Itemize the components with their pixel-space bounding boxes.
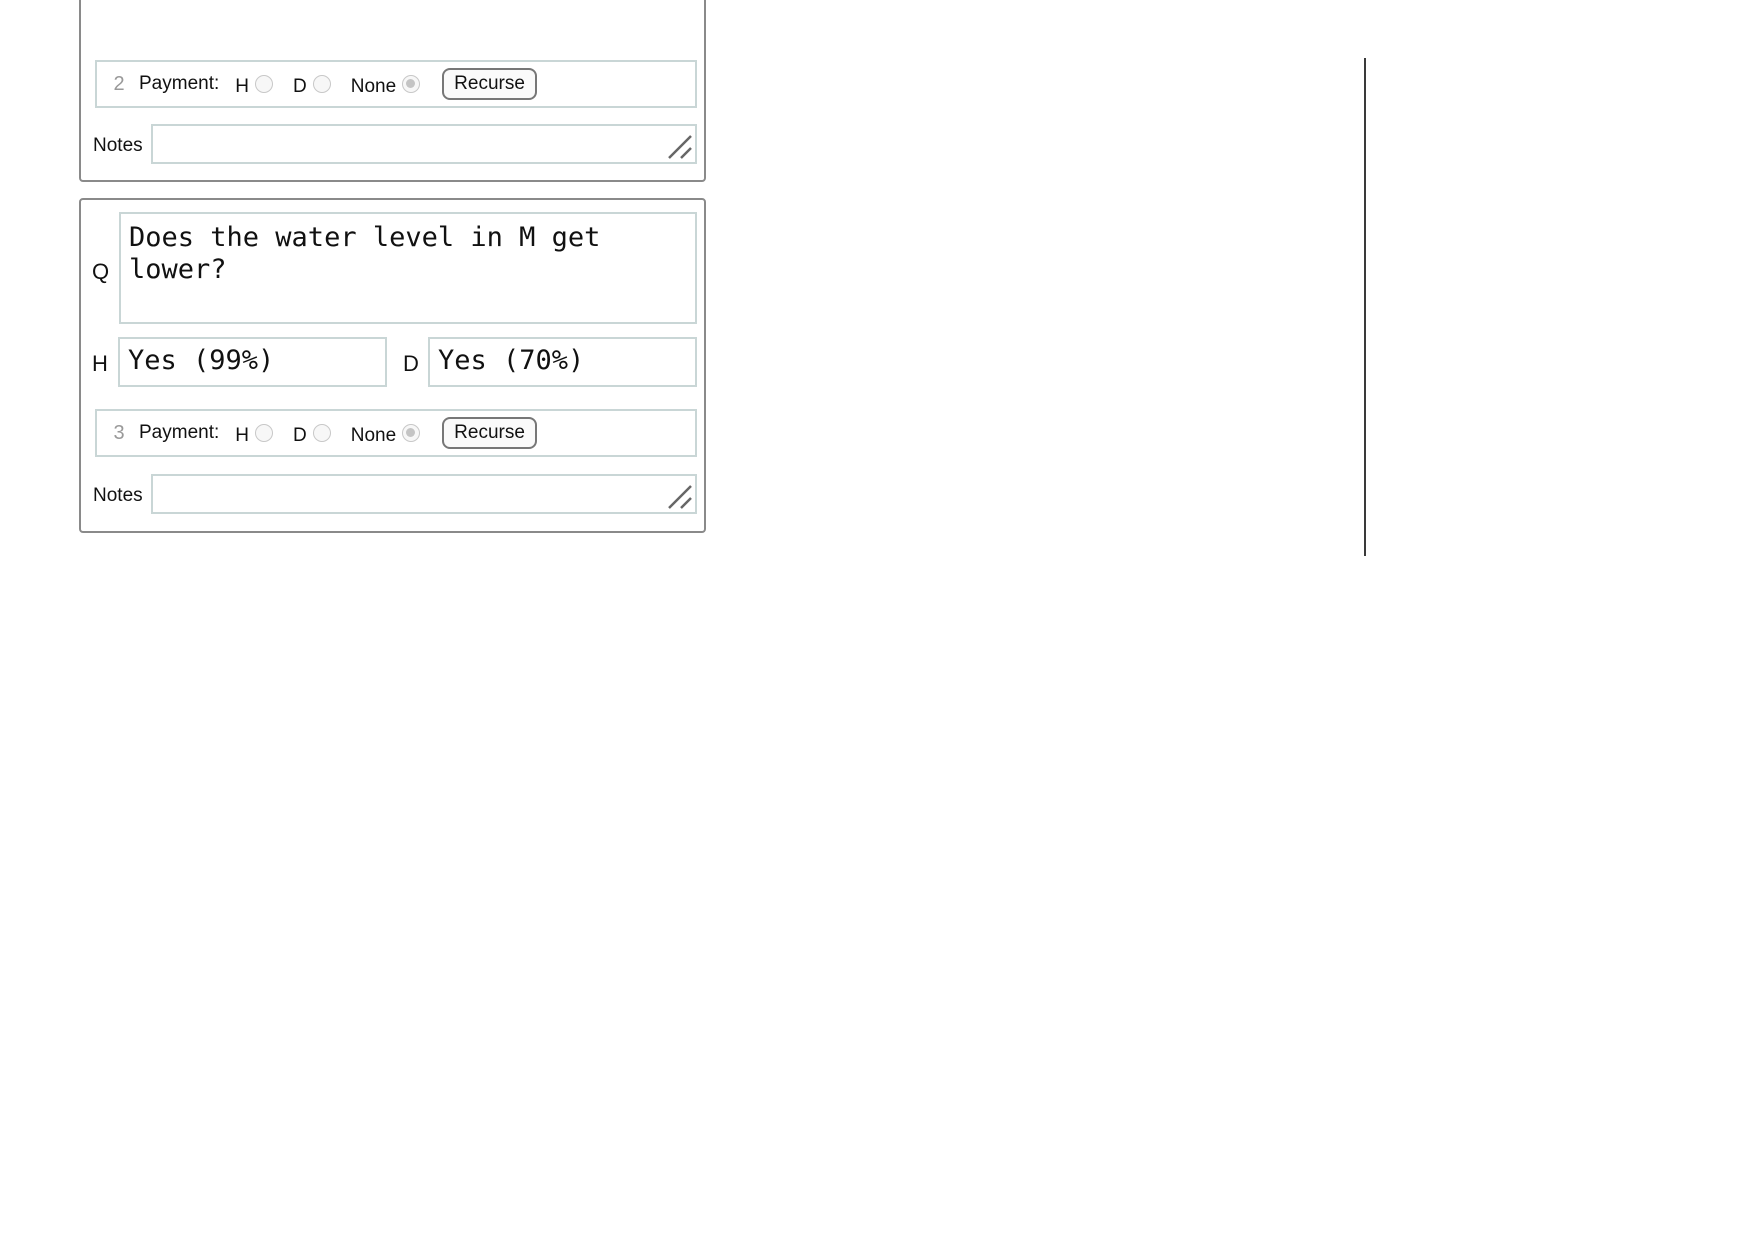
payment-label: Payment: (139, 73, 220, 94)
payment-radio-d[interactable] (312, 424, 331, 442)
h-answer-label: H (92, 351, 108, 376)
option-none-label: None (350, 425, 397, 446)
resize-grip-icon[interactable] (667, 134, 693, 160)
option-h-label: H (235, 76, 249, 97)
payment-label: Payment: (139, 422, 220, 443)
question-card-3: Q Does the water level in M get lower? H… (79, 198, 706, 533)
notes-textarea[interactable] (151, 124, 697, 164)
notes-label: Notes (93, 135, 143, 156)
notes-textarea[interactable] (151, 474, 697, 514)
payment-radio-none[interactable] (402, 424, 421, 442)
payment-radio-d[interactable] (312, 75, 331, 93)
recurse-button[interactable]: Recurse (442, 68, 537, 100)
h-answer-field[interactable]: Yes (99%) (118, 337, 387, 387)
payment-row: 3 Payment: H D None Recurse (95, 409, 697, 457)
payment-radio-none[interactable] (402, 75, 421, 93)
question-card-2: 2 Payment: H D None Recurse Notes (79, 0, 706, 182)
question-textarea[interactable]: Does the water level in M get lower? (119, 212, 697, 324)
question-label: Q (92, 259, 110, 284)
vertical-divider (1364, 58, 1366, 556)
d-answer-field[interactable]: Yes (70%) (428, 337, 697, 387)
row-number: 3 (113, 421, 125, 444)
resize-grip-icon[interactable] (667, 484, 693, 510)
recurse-button[interactable]: Recurse (442, 417, 537, 449)
d-answer-label: D (403, 351, 419, 376)
option-d-label: D (293, 76, 307, 97)
payment-radio-h[interactable] (255, 424, 273, 442)
payment-radio-h[interactable] (255, 75, 273, 93)
option-h-label: H (235, 425, 249, 446)
option-none-label: None (350, 76, 397, 97)
notes-label: Notes (93, 485, 143, 506)
payment-row: 2 Payment: H D None Recurse (95, 60, 697, 108)
option-d-label: D (293, 425, 307, 446)
row-number: 2 (113, 72, 125, 95)
